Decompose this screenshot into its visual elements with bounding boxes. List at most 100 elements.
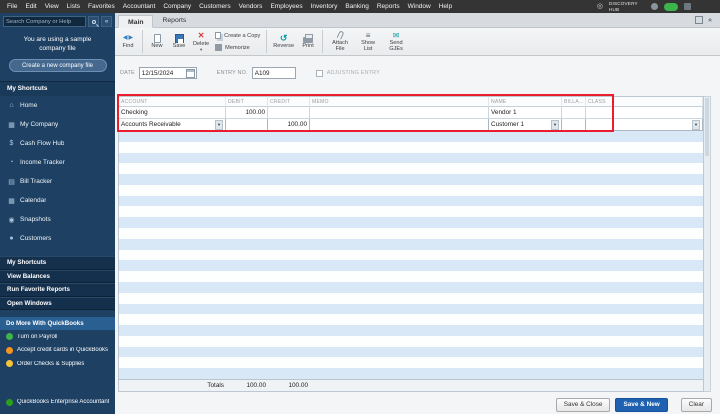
- debit-cell[interactable]: 100.00: [226, 107, 268, 119]
- delete-button[interactable]: ✕ Delete ▾: [191, 31, 211, 53]
- menu-edit[interactable]: Edit: [21, 0, 40, 13]
- debit-cell[interactable]: [226, 119, 268, 131]
- credit-cell[interactable]: 100.00: [268, 119, 310, 131]
- reverse-button[interactable]: ↺ Reverse: [271, 33, 296, 50]
- clear-button[interactable]: Clear: [681, 398, 712, 412]
- print-button[interactable]: Print: [298, 33, 318, 50]
- journal-empty-row[interactable]: [119, 347, 703, 358]
- memorize-button[interactable]: Memorize: [213, 42, 262, 53]
- journal-empty-row[interactable]: [119, 142, 703, 153]
- panel-run-favorite-reports[interactable]: Run Favorite Reports: [0, 283, 115, 297]
- menu-lists[interactable]: Lists: [63, 0, 84, 13]
- journal-empty-row[interactable]: [119, 368, 703, 379]
- tab-main[interactable]: Main: [118, 15, 153, 28]
- account-cell[interactable]: Checking: [119, 107, 226, 119]
- sidebar-item-cash-flow-hub[interactable]: $Cash Flow Hub: [0, 134, 115, 153]
- memo-cell[interactable]: [310, 119, 489, 131]
- sidebar-item-bill-tracker[interactable]: ▤Bill Tracker: [0, 172, 115, 191]
- calendar-icon[interactable]: [186, 69, 195, 78]
- domore-quickbooks-enterprise-accountant[interactable]: QuickBooks Enterprise Accountant: [0, 396, 115, 410]
- search-input[interactable]: [3, 16, 86, 27]
- journal-empty-row[interactable]: [119, 271, 703, 282]
- journal-empty-row[interactable]: [119, 163, 703, 174]
- dropdown-arrow-icon[interactable]: ▾: [215, 120, 223, 130]
- status-badge[interactable]: [664, 3, 678, 11]
- menu-customers[interactable]: Customers: [195, 0, 234, 13]
- sidebar-item-income-tracker[interactable]: ◔Income Tracker: [0, 153, 115, 172]
- journal-empty-row[interactable]: [119, 228, 703, 239]
- journal-empty-row[interactable]: [119, 304, 703, 315]
- dropdown-arrow-icon[interactable]: ▾: [551, 120, 559, 130]
- menu-accountant[interactable]: Accountant: [119, 0, 160, 13]
- credit-cell[interactable]: [268, 107, 310, 119]
- journal-empty-row[interactable]: [119, 336, 703, 347]
- show-list-button[interactable]: ≡ Show List: [355, 30, 381, 53]
- menu-banking[interactable]: Banking: [341, 0, 373, 13]
- journal-empty-row[interactable]: [119, 153, 703, 164]
- collapse-ribbon-icon[interactable]: »: [707, 16, 715, 24]
- journal-empty-row[interactable]: [119, 174, 703, 185]
- restore-window-icon[interactable]: [695, 16, 703, 24]
- menu-employees[interactable]: Employees: [266, 0, 306, 13]
- journal-empty-row[interactable]: [119, 357, 703, 368]
- find-button[interactable]: ◀▶ Find: [118, 33, 138, 50]
- adjusting-entry-checkbox[interactable]: [316, 70, 323, 77]
- domore-order-checks-supplies[interactable]: Order Checks & Supplies: [0, 357, 115, 371]
- menu-help[interactable]: Help: [435, 0, 456, 13]
- journal-empty-row[interactable]: [119, 260, 703, 271]
- create-company-button[interactable]: Create a new company file: [9, 59, 107, 72]
- collapse-sidebar-icon[interactable]: «: [101, 16, 112, 27]
- journal-empty-row[interactable]: [119, 206, 703, 217]
- panel-open-windows[interactable]: Open Windows: [0, 297, 115, 311]
- menu-company[interactable]: Company: [159, 0, 195, 13]
- journal-empty-row[interactable]: [119, 293, 703, 304]
- sidebar-item-calendar[interactable]: ▦Calendar: [0, 191, 115, 210]
- domore-turn-on-payroll[interactable]: Turn on Payroll: [0, 330, 115, 344]
- search-icon[interactable]: [88, 16, 99, 27]
- menu-reports[interactable]: Reports: [373, 0, 404, 13]
- class-cell[interactable]: [586, 107, 703, 119]
- journal-empty-row[interactable]: [119, 250, 703, 261]
- domore-accept-credit-cards-in-quickbooks[interactable]: Accept credit cards in QuickBooks: [0, 344, 115, 358]
- billable-cell[interactable]: [562, 107, 586, 119]
- journal-empty-row[interactable]: [119, 325, 703, 336]
- memo-cell[interactable]: [310, 107, 489, 119]
- menu-vendors[interactable]: Vendors: [235, 0, 267, 13]
- sidebar-item-snapshots[interactable]: ◉Snapshots: [0, 210, 115, 229]
- scrollbar-thumb[interactable]: [705, 98, 709, 156]
- send-gjes-button[interactable]: ✉ Send GJEs: [383, 30, 409, 53]
- new-button[interactable]: New: [147, 33, 167, 50]
- panel-my-shortcuts[interactable]: My Shortcuts: [0, 256, 115, 270]
- journal-empty-row[interactable]: [119, 185, 703, 196]
- create-copy-button[interactable]: Create a Copy: [213, 30, 262, 41]
- save-new-button[interactable]: Save & New: [615, 398, 667, 412]
- find-back-icon[interactable]: ◀: [123, 35, 128, 41]
- journal-empty-row[interactable]: [119, 282, 703, 293]
- journal-empty-row[interactable]: [119, 217, 703, 228]
- save-button[interactable]: Save: [169, 33, 189, 50]
- menu-inventory[interactable]: Inventory: [307, 0, 342, 13]
- class-cell[interactable]: ▾: [586, 119, 703, 131]
- table-scrollbar[interactable]: [704, 96, 711, 392]
- save-close-button[interactable]: Save & Close: [556, 398, 611, 412]
- journal-empty-row[interactable]: [119, 196, 703, 207]
- menu-view[interactable]: View: [41, 0, 63, 13]
- journal-empty-row[interactable]: [119, 239, 703, 250]
- sidebar-item-my-company[interactable]: ▦My Company: [0, 115, 115, 134]
- billable-cell[interactable]: [562, 119, 586, 131]
- journal-empty-row[interactable]: [119, 131, 703, 142]
- name-cell[interactable]: Customer 1▾: [489, 119, 562, 131]
- dropdown-arrow-icon[interactable]: ▾: [692, 120, 700, 130]
- find-forward-icon[interactable]: ▶: [129, 35, 134, 41]
- attach-file-button[interactable]: Attach File: [327, 30, 353, 53]
- notification-icon[interactable]: [651, 3, 658, 10]
- menu-window[interactable]: Window: [404, 0, 435, 13]
- menu-favorites[interactable]: Favorites: [84, 0, 119, 13]
- sidebar-item-customers[interactable]: ●Customers: [0, 229, 115, 248]
- account-cell[interactable]: Accounts Receivable▾: [119, 119, 226, 131]
- tab-reports[interactable]: Reports: [153, 14, 195, 27]
- settings-icon[interactable]: [684, 3, 691, 10]
- panel-view-balances[interactable]: View Balances: [0, 270, 115, 284]
- sidebar-item-home[interactable]: ⌂Home: [0, 96, 115, 115]
- name-cell[interactable]: Vendor 1: [489, 107, 562, 119]
